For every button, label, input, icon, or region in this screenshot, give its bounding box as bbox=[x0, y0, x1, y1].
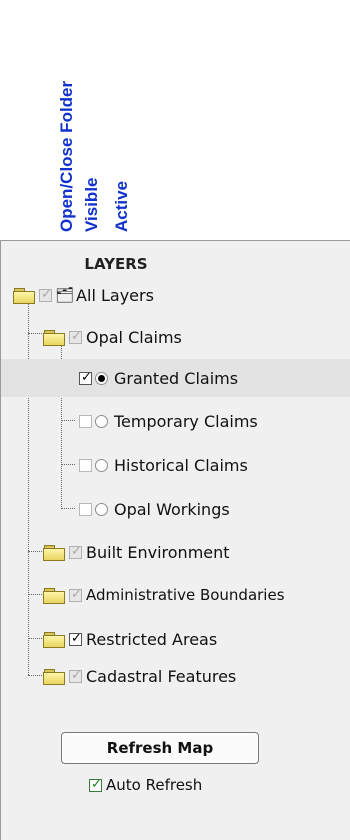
layer-label[interactable]: Restricted Areas bbox=[86, 630, 217, 649]
folder-closed-icon[interactable] bbox=[43, 632, 65, 648]
layer-label[interactable]: Administrative Boundaries bbox=[86, 586, 285, 604]
refresh-map-button[interactable]: Refresh Map bbox=[61, 732, 259, 764]
visible-checkbox[interactable] bbox=[79, 502, 92, 516]
tree-row-opal-claims: ✓ Opal Claims bbox=[1, 318, 350, 356]
visible-checkbox[interactable]: ✓ bbox=[39, 287, 52, 302]
tree-row-administrative-boundaries: ✓ Administrative Boundaries bbox=[1, 576, 350, 614]
layer-label[interactable]: Opal Workings bbox=[114, 500, 230, 519]
tree-row-opal-workings: Opal Workings bbox=[1, 490, 350, 528]
open-close-folder-label: Open/Close Folder bbox=[57, 80, 76, 232]
auto-refresh-label[interactable]: Auto Refresh bbox=[106, 776, 202, 794]
tree-row-restricted-areas: ✓ Restricted Areas bbox=[1, 620, 350, 658]
layer-label[interactable]: Cadastral Features bbox=[86, 667, 236, 686]
layer-label[interactable]: Built Environment bbox=[86, 543, 230, 562]
active-label: Active bbox=[112, 180, 131, 232]
visible-checkbox[interactable]: ✓ bbox=[69, 631, 82, 646]
layer-label[interactable]: Historical Claims bbox=[114, 456, 248, 475]
active-radio[interactable] bbox=[95, 458, 108, 472]
visible-label: Visible bbox=[82, 177, 101, 233]
layer-label[interactable]: Temporary Claims bbox=[114, 412, 258, 431]
tree-row-cadastral-features: ✓ Cadastral Features bbox=[1, 657, 350, 695]
visible-checkbox[interactable]: ✓ bbox=[69, 329, 82, 344]
active-radio[interactable] bbox=[95, 502, 108, 516]
auto-refresh-toggle[interactable]: ✓ Auto Refresh bbox=[87, 776, 202, 794]
folder-open-icon[interactable] bbox=[13, 288, 35, 304]
layer-tree: ✓ 🗂 All Layers ✓ Opal Claims ✓ Granted C… bbox=[1, 241, 350, 721]
tree-row-all-layers: ✓ 🗂 All Layers bbox=[1, 276, 350, 314]
visible-checkbox[interactable]: ✓ bbox=[69, 587, 82, 602]
tree-row-historical-claims: Historical Claims bbox=[1, 446, 350, 484]
visible-checkbox[interactable]: ✓ bbox=[79, 370, 92, 385]
layer-label[interactable]: All Layers bbox=[76, 286, 154, 305]
visible-checkbox[interactable]: ✓ bbox=[69, 544, 82, 559]
folder-closed-icon[interactable] bbox=[43, 545, 65, 561]
visible-checkbox[interactable]: ✓ bbox=[69, 668, 82, 683]
layers-stack-icon: 🗂 bbox=[55, 286, 75, 304]
layer-label[interactable]: Granted Claims bbox=[114, 369, 238, 388]
auto-refresh-checkbox[interactable]: ✓ bbox=[89, 777, 102, 792]
tree-row-built-environment: ✓ Built Environment bbox=[1, 533, 350, 571]
tree-row-temporary-claims: Temporary Claims bbox=[1, 402, 350, 440]
folder-closed-icon[interactable] bbox=[43, 588, 65, 604]
folder-open-icon[interactable] bbox=[43, 330, 65, 346]
column-labels: Open/Close Folder Visible Active bbox=[0, 0, 350, 232]
active-radio[interactable] bbox=[95, 414, 108, 428]
folder-closed-icon[interactable] bbox=[43, 669, 65, 685]
visible-checkbox[interactable] bbox=[79, 414, 92, 428]
layer-label[interactable]: Opal Claims bbox=[86, 328, 182, 347]
active-radio[interactable] bbox=[95, 371, 108, 385]
layers-panel: LAYERS ✓ 🗂 All Layers ✓ Opal Claims ✓ Gr… bbox=[0, 240, 350, 840]
visible-checkbox[interactable] bbox=[79, 458, 92, 472]
tree-row-granted-claims: ✓ Granted Claims bbox=[1, 359, 350, 397]
